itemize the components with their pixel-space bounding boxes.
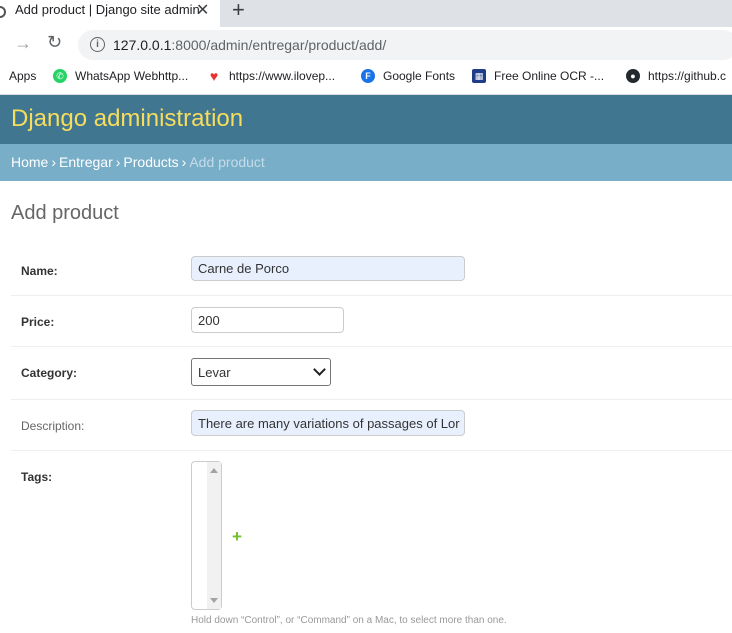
scrollbar[interactable] — [207, 462, 221, 609]
tab-strip: Add product | Django site admin ✕ + — [0, 0, 732, 27]
google-fonts-icon: F — [361, 69, 375, 83]
forward-icon[interactable]: → — [14, 33, 32, 54]
price-label: Price: — [21, 315, 55, 329]
bookmark-label: Google Fonts — [383, 69, 456, 83]
category-select[interactable]: Levar — [191, 358, 331, 386]
tab-title: Add product | Django site admin — [15, 2, 200, 17]
ocr-icon: ▦ — [472, 69, 486, 83]
new-tab-icon[interactable]: + — [232, 0, 245, 23]
bookmark-label: Free Online OCR -... — [494, 69, 605, 83]
browser-tab[interactable]: Add product | Django site admin ✕ — [0, 0, 220, 27]
url-text: 127.0.0.1:8000/admin/entregar/product/ad… — [113, 37, 386, 53]
breadcrumb-model[interactable]: Products — [123, 154, 178, 170]
breadcrumb: Home › Entregar › Products › Add product — [0, 144, 732, 181]
url-path: :8000/admin/entregar/product/add/ — [171, 37, 387, 53]
category-label: Category: — [21, 366, 78, 380]
price-field[interactable]: 200 — [191, 307, 344, 333]
breadcrumb-current: Add product — [189, 154, 265, 170]
description-label: Description: — [21, 419, 85, 433]
bookmark-label: WhatsApp Webhttp... — [75, 69, 189, 83]
bookmark-github[interactable]: ● https://github.c — [626, 69, 726, 83]
site-branding[interactable]: Django administration — [11, 105, 243, 133]
tags-label: Tags: — [21, 470, 53, 484]
page-title: Add product — [11, 202, 119, 224]
site-info-icon[interactable]: i — [90, 37, 105, 52]
scroll-down-icon[interactable] — [210, 598, 218, 603]
tags-help-text: Hold down “Control”, or “Command” on a M… — [191, 615, 507, 626]
name-label: Name: — [21, 264, 58, 278]
category-selected-value: Levar — [198, 364, 231, 380]
reload-icon[interactable]: ↻ — [47, 32, 62, 53]
bookmark-label: https://github.c — [648, 69, 727, 83]
bookmark-label: https://www.ilovep... — [229, 69, 336, 83]
description-field[interactable]: There are many variations of passages of… — [191, 410, 465, 436]
tags-multiselect[interactable] — [191, 461, 222, 610]
breadcrumb-separator: › — [51, 154, 57, 170]
add-tag-icon[interactable]: + — [232, 527, 242, 547]
admin-header: Django administration — [0, 95, 732, 144]
close-tab-icon[interactable]: ✕ — [196, 0, 209, 20]
breadcrumb-separator: › — [115, 154, 121, 170]
bookmarks-bar: Apps ✆ WhatsApp Webhttp... ♥ https://www… — [0, 63, 732, 95]
form-row-category — [11, 347, 732, 400]
bookmark-google-fonts[interactable]: F Google Fonts — [361, 69, 455, 83]
bookmark-apps[interactable]: Apps — [9, 69, 36, 83]
address-bar[interactable]: i 127.0.0.1:8000/admin/entregar/product/… — [78, 30, 732, 60]
name-field[interactable]: Carne de Porco — [191, 256, 465, 281]
github-icon: ● — [626, 69, 640, 83]
breadcrumb-app[interactable]: Entregar — [59, 154, 113, 170]
whatsapp-icon: ✆ — [53, 69, 67, 83]
breadcrumb-separator: › — [181, 154, 187, 170]
heart-icon: ♥ — [209, 68, 219, 84]
scroll-up-icon[interactable] — [210, 468, 218, 473]
bookmark-whatsapp[interactable]: ✆ WhatsApp Webhttp... — [53, 69, 188, 83]
bookmark-free-ocr[interactable]: ▦ Free Online OCR -... — [472, 69, 604, 83]
loading-favicon-icon — [0, 6, 6, 18]
bookmark-label: Apps — [9, 69, 37, 83]
form-row-price — [11, 296, 732, 347]
bookmark-ilovepdf[interactable]: ♥ https://www.ilovep... — [207, 69, 335, 83]
breadcrumb-home[interactable]: Home — [11, 154, 48, 170]
browser-toolbar: → ↻ i 127.0.0.1:8000/admin/entregar/prod… — [0, 27, 732, 63]
url-host: 127.0.0.1 — [113, 37, 172, 53]
chevron-down-icon — [313, 363, 326, 376]
